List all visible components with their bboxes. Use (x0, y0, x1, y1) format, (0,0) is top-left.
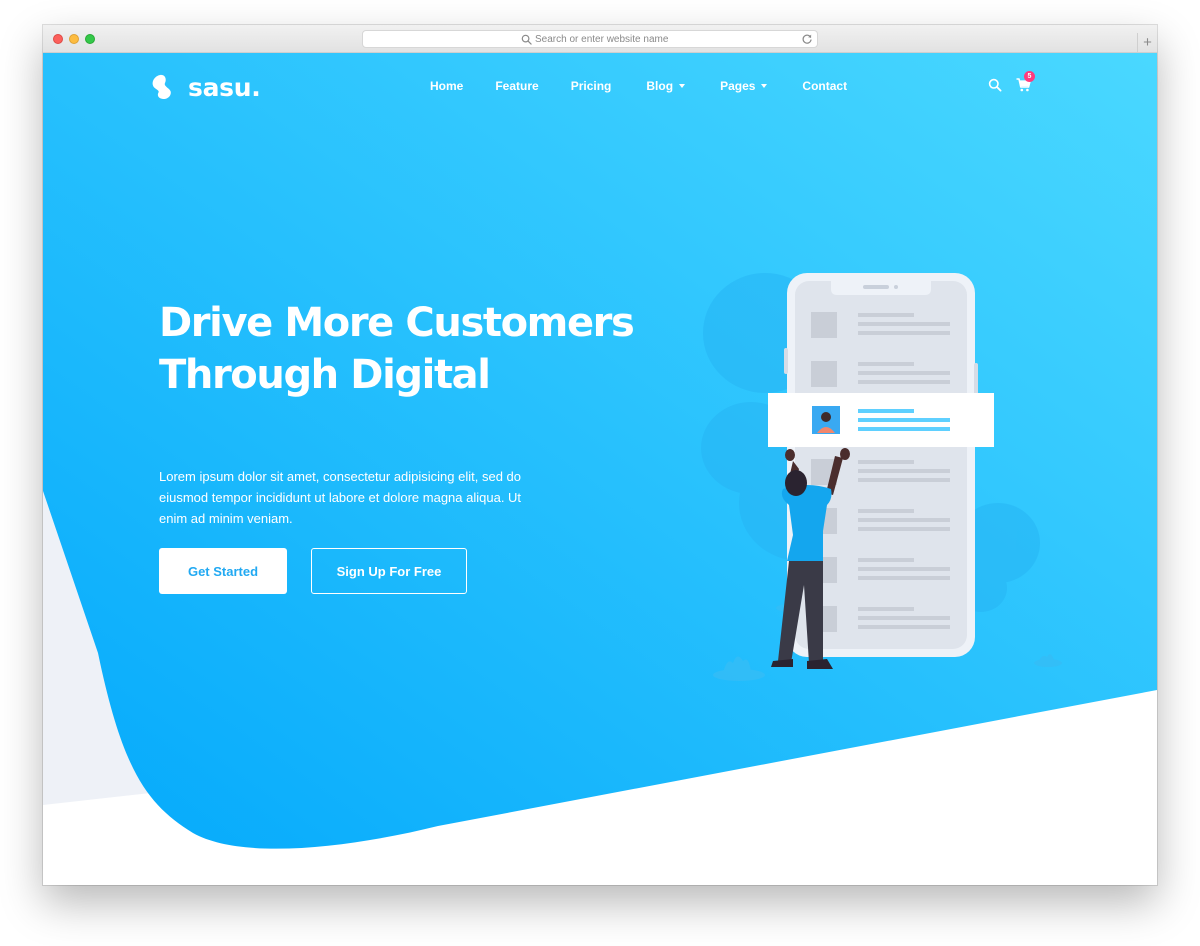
nav-home-label: Home (430, 79, 464, 93)
logo-mark-icon (152, 74, 171, 100)
nav-feature-label: Feature (495, 79, 539, 93)
hero-description-line-2: eiusmod tempor incididunt ut labore et d… (159, 490, 522, 505)
hero-description: Lorem ipsum dolor sit amet, consectetur … (159, 466, 539, 529)
browser-window: Search or enter website name + sasu. Hom… (43, 25, 1157, 885)
hero-description-line-3: enim ad minim veniam. (159, 511, 293, 526)
nav-contact[interactable]: Contact (802, 77, 847, 95)
sign-up-button[interactable]: Sign Up For Free (311, 548, 467, 594)
nav-feature[interactable]: Feature (495, 77, 538, 95)
cart-count-badge: 5 (1024, 71, 1035, 82)
hero-illustration (701, 273, 1062, 681)
site-navbar: sasu. Home Feature Pricing Blog Pages Co… (43, 53, 1157, 117)
search-icon (521, 34, 532, 45)
get-started-button[interactable]: Get Started (159, 548, 287, 594)
nav-home[interactable]: Home (430, 77, 463, 95)
browser-titlebar: Search or enter website name + (43, 25, 1157, 53)
chevron-down-icon (679, 84, 686, 88)
brand-name: sasu. (188, 72, 261, 102)
nav-pricing[interactable]: Pricing (571, 77, 612, 95)
nav-pricing-label: Pricing (570, 79, 612, 93)
page-viewport: sasu. Home Feature Pricing Blog Pages Co… (43, 53, 1157, 885)
address-bar[interactable]: Search or enter website name (362, 30, 818, 48)
hero-title-line-2: Through Digital (159, 352, 491, 398)
nav-pages-label: Pages (720, 79, 756, 93)
main-nav: Home Feature Pricing Blog Pages Contact (430, 77, 847, 95)
new-tab-button[interactable]: + (1137, 33, 1157, 53)
site-logo[interactable]: sasu. (151, 72, 261, 102)
chevron-down-icon (761, 84, 768, 88)
minimize-window-button[interactable] (69, 34, 79, 44)
nav-blog[interactable]: Blog (646, 77, 686, 95)
reload-icon[interactable] (801, 33, 813, 45)
hero-description-line-1: Lorem ipsum dolor sit amet, consectetur … (159, 469, 522, 484)
hero-title: Drive More Customers Through Digital (159, 297, 699, 401)
search-icon[interactable] (988, 78, 1002, 92)
close-window-button[interactable] (53, 34, 63, 44)
maximize-window-button[interactable] (85, 34, 95, 44)
address-bar-placeholder: Search or enter website name (535, 34, 669, 45)
nav-contact-label: Contact (802, 79, 848, 93)
hero-title-line-1: Drive More Customers (159, 300, 635, 346)
nav-pages[interactable]: Pages (720, 77, 768, 95)
nav-blog-label: Blog (646, 79, 674, 93)
